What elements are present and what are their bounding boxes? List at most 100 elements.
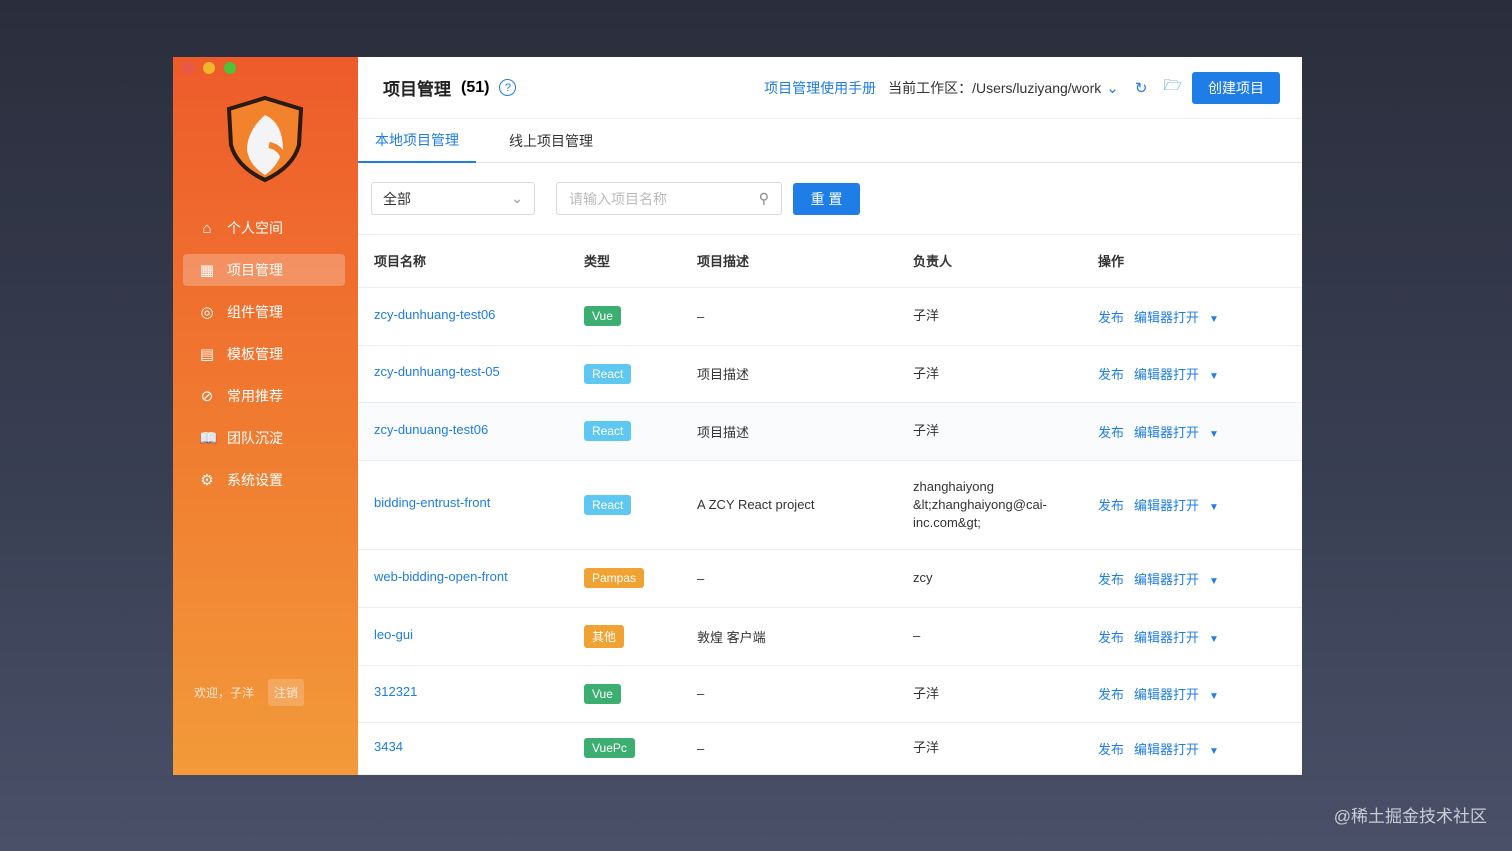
- publish-link[interactable]: 发布: [1098, 498, 1124, 513]
- open-in-editor-link[interactable]: 编辑器打开: [1134, 367, 1199, 382]
- type-badge: 其他: [584, 624, 625, 648]
- sidebar-item-label: 系统设置: [227, 472, 283, 488]
- project-name-link[interactable]: zcy-dunuang-test06: [374, 422, 488, 437]
- grid-icon: ▦: [199, 262, 215, 279]
- workspace-label: 当前工作区：: [888, 79, 973, 96]
- watermark: @稀土掘金技术社区: [1333, 807, 1487, 826]
- project-count: (51): [461, 78, 490, 96]
- caret-down-icon[interactable]: ▼: [1209, 691, 1219, 702]
- create-project-button[interactable]: 创建项目: [1192, 71, 1280, 104]
- workspace-path: /Users/luziyang/work: [972, 79, 1102, 96]
- chevron-down-circle-icon[interactable]: ⌄: [1106, 79, 1119, 97]
- open-in-editor-link[interactable]: 编辑器打开: [1134, 687, 1199, 702]
- column-header: 类型: [584, 235, 697, 288]
- project-name-link[interactable]: zcy-dunhuang-test06: [374, 307, 495, 322]
- table-row: zcy-dunuang-test06 React 项目描述 子洋 发布 编辑器打开…: [358, 402, 1302, 461]
- caret-down-icon[interactable]: ▼: [1209, 634, 1219, 645]
- project-owner: 子洋: [913, 722, 1098, 775]
- publish-link[interactable]: 发布: [1098, 367, 1124, 382]
- window-controls: [182, 62, 236, 74]
- search-input[interactable]: 请输入项目名称 ⚲: [556, 182, 782, 215]
- table-row: zcy-dunhuang-test06 Vue – 子洋 发布 编辑器打开 ▼: [358, 287, 1302, 346]
- compass-icon: ⊘: [200, 388, 214, 405]
- tab-online-projects[interactable]: 线上项目管理: [492, 119, 610, 163]
- project-description: 项目描述: [697, 402, 913, 461]
- table-row: 3434 VuePc – 子洋 发布 编辑器打开 ▼: [358, 722, 1302, 775]
- open-in-editor-link[interactable]: 编辑器打开: [1134, 310, 1199, 325]
- search-placeholder: 请输入项目名称: [569, 190, 667, 207]
- maximize-button[interactable]: [224, 62, 236, 74]
- open-in-editor-link[interactable]: 编辑器打开: [1134, 742, 1199, 757]
- publish-link[interactable]: 发布: [1098, 310, 1124, 325]
- table-row: web-bidding-open-front Pampas – zcy 发布 编辑…: [358, 549, 1302, 608]
- open-in-editor-link[interactable]: 编辑器打开: [1134, 498, 1199, 513]
- template-icon: ▤: [199, 346, 215, 363]
- type-badge: React: [584, 421, 632, 441]
- open-in-editor-link[interactable]: 编辑器打开: [1134, 425, 1199, 440]
- minimize-button[interactable]: [203, 62, 215, 74]
- publish-link[interactable]: 发布: [1098, 630, 1124, 645]
- project-name-link[interactable]: leo-gui: [374, 627, 413, 642]
- caret-down-icon[interactable]: ▼: [1209, 371, 1219, 382]
- type-badge: Pampas: [584, 568, 645, 588]
- type-badge: React: [584, 363, 632, 384]
- sidebar-item-0[interactable]: ⌂ 个人空间: [183, 212, 345, 244]
- sidebar-item-6[interactable]: ⚙ 系统设置: [183, 464, 345, 496]
- publish-link[interactable]: 发布: [1098, 572, 1124, 587]
- project-owner: zcy: [913, 549, 1098, 608]
- caret-down-icon[interactable]: ▼: [1209, 746, 1219, 757]
- column-header: 操作: [1098, 235, 1302, 288]
- header: 项目管理 (51) ? 项目管理使用手册 当前工作区： /Users/luziy…: [358, 57, 1302, 119]
- reset-button[interactable]: 重 置: [793, 182, 860, 215]
- caret-down-icon[interactable]: ▼: [1209, 502, 1219, 513]
- sidebar: ⌂ 个人空间 ▦ 项目管理 ◎ 组件管理 ▤ 模板管理 ⊘ 常用推荐 📖 团队沉淀 ⚙ 系统设置 欢迎，子…: [173, 57, 358, 775]
- tabs: 本地项目管理 线上项目管理: [358, 119, 1302, 163]
- publish-link[interactable]: 发布: [1098, 425, 1124, 440]
- project-description: –: [697, 549, 913, 608]
- sidebar-item-3[interactable]: ▤ 模板管理: [183, 338, 345, 370]
- sidebar-item-label: 常用推荐: [227, 388, 283, 404]
- sidebar-item-2[interactable]: ◎ 组件管理: [183, 296, 345, 328]
- publish-link[interactable]: 发布: [1098, 742, 1124, 757]
- project-name-link[interactable]: zcy-dunhuang-test-05: [374, 364, 500, 379]
- sidebar-item-4[interactable]: ⊘ 常用推荐: [183, 380, 345, 412]
- table-row: 312321 Vue – 子洋 发布 编辑器打开 ▼: [358, 665, 1302, 723]
- sidebar-item-1[interactable]: ▦ 项目管理: [183, 254, 345, 286]
- main-panel: 项目管理 (51) ? 项目管理使用手册 当前工作区： /Users/luziy…: [358, 57, 1302, 775]
- project-owner: 子洋: [913, 345, 1098, 403]
- welcome-area: 欢迎，子洋 注销: [194, 679, 305, 706]
- help-icon[interactable]: ?: [499, 79, 517, 96]
- tab-local-projects[interactable]: 本地项目管理: [358, 119, 476, 163]
- sidebar-item-5[interactable]: 📖 团队沉淀: [183, 422, 345, 454]
- project-description: 项目描述: [697, 345, 913, 403]
- search-icon[interactable]: ⚲: [759, 190, 769, 207]
- project-table: 项目名称 类型 项目描述 负责人 操作 zcy-dunhuang-test06 Vue …: [358, 235, 1302, 775]
- column-header: 负责人: [913, 235, 1098, 288]
- project-owner: 子洋: [913, 287, 1098, 346]
- sidebar-item-label: 项目管理: [227, 262, 283, 278]
- open-in-editor-link[interactable]: 编辑器打开: [1134, 572, 1199, 587]
- caret-down-icon[interactable]: ▼: [1209, 314, 1219, 325]
- open-in-editor-link[interactable]: 编辑器打开: [1134, 630, 1199, 645]
- folder-icon[interactable]: 🗁: [1163, 75, 1182, 100]
- publish-link[interactable]: 发布: [1098, 687, 1124, 702]
- welcome-text: 欢迎，子洋: [194, 686, 255, 700]
- logout-button[interactable]: 注销: [268, 679, 305, 706]
- project-owner: zhanghaiyong &lt;zhanghaiyong@cai-inc.co…: [913, 460, 1098, 550]
- project-description: –: [697, 722, 913, 775]
- close-button[interactable]: [182, 62, 194, 74]
- caret-down-icon[interactable]: ▼: [1209, 429, 1219, 440]
- refresh-icon[interactable]: ↻: [1135, 79, 1148, 97]
- project-name-link[interactable]: 312321: [374, 684, 417, 699]
- component-icon: ◎: [200, 304, 214, 321]
- caret-down-icon[interactable]: ▼: [1209, 576, 1219, 587]
- sidebar-item-label: 团队沉淀: [227, 430, 283, 446]
- project-name-link[interactable]: web-bidding-open-front: [374, 569, 508, 584]
- manual-link[interactable]: 项目管理使用手册: [764, 78, 876, 98]
- type-select[interactable]: 全部 ⌄: [371, 182, 535, 215]
- type-badge: Vue: [584, 683, 621, 704]
- project-name-link[interactable]: bidding-entrust-front: [374, 495, 490, 510]
- app-logo: [226, 95, 304, 183]
- project-name-link[interactable]: 3434: [374, 739, 403, 754]
- table-row: zcy-dunhuang-test-05 React 项目描述 子洋 发布 编辑器…: [358, 345, 1302, 403]
